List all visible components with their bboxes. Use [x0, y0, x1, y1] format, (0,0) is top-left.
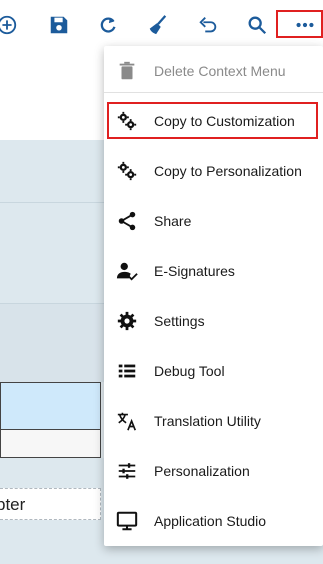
add-circle-icon[interactable] [0, 10, 22, 40]
search-icon[interactable] [242, 10, 272, 40]
menu-item-label: Delete Context Menu [154, 63, 286, 79]
menu-item-label: Translation Utility [154, 413, 261, 429]
menu-item-label: E-Signatures [154, 263, 235, 279]
menu-item-label: Application Studio [154, 513, 267, 529]
clear-broom-icon[interactable] [143, 10, 173, 40]
menu-item-personalization[interactable]: Personalization [104, 446, 323, 496]
trash-icon [104, 60, 150, 82]
grid-row[interactable] [0, 430, 101, 458]
text-field-value: pter [0, 495, 26, 514]
sliders-icon [104, 460, 150, 482]
gear-icon [104, 310, 150, 332]
gears-icon [104, 160, 150, 182]
save-icon[interactable] [44, 10, 74, 40]
menu-divider [104, 92, 323, 93]
menu-item-translation-utility[interactable]: Translation Utility [104, 396, 323, 446]
menu-item-label: Settings [154, 313, 205, 329]
menu-item-share[interactable]: Share [104, 196, 323, 246]
menu-item-application-studio[interactable]: Application Studio [104, 496, 323, 546]
grid-selected-row[interactable] [0, 382, 101, 430]
undo-icon[interactable] [193, 10, 223, 40]
more-options-menu: Delete Context Menu Copy to Customizatio… [104, 46, 323, 546]
more-button-highlight [276, 10, 323, 38]
menu-item-label: Share [154, 213, 192, 229]
menu-item-label: Debug Tool [154, 363, 225, 379]
menu-item-copy-to-customization[interactable]: Copy to Customization [104, 96, 323, 146]
monitor-icon [104, 510, 150, 532]
text-field[interactable]: pter [0, 488, 101, 520]
menu-item-label: Copy to Personalization [154, 163, 302, 179]
menu-item-delete-context-menu: Delete Context Menu [104, 46, 323, 96]
refresh-icon[interactable] [93, 10, 123, 40]
gears-icon [104, 110, 150, 132]
menu-item-label: Personalization [154, 463, 250, 479]
menu-item-e-signatures[interactable]: E-Signatures [104, 246, 323, 296]
menu-item-debug-tool[interactable]: Debug Tool [104, 346, 323, 396]
menu-item-settings[interactable]: Settings [104, 296, 323, 346]
share-icon [104, 210, 150, 232]
menu-item-copy-to-personalization[interactable]: Copy to Personalization [104, 146, 323, 196]
translate-icon [104, 410, 150, 432]
menu-item-label: Copy to Customization [154, 113, 295, 129]
list-icon [104, 360, 150, 382]
user-check-icon [104, 260, 150, 282]
